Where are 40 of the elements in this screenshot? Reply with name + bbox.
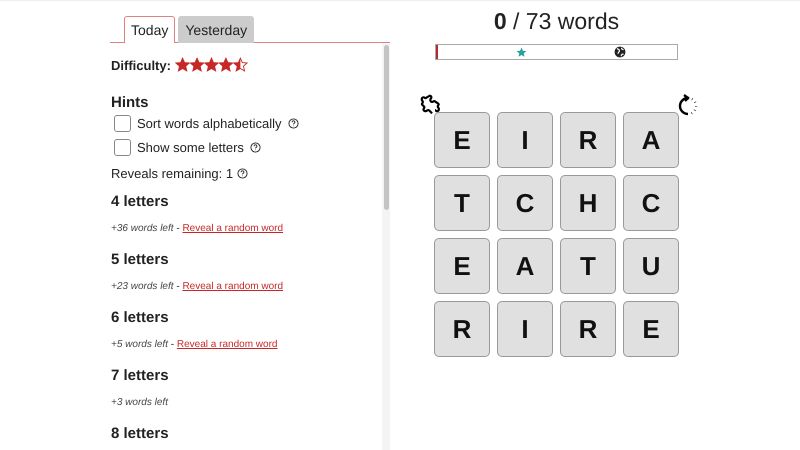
letter-tile[interactable]: R <box>560 112 616 168</box>
difficulty-label: Difficulty: <box>111 58 171 72</box>
letter-tile[interactable]: E <box>434 238 490 294</box>
group-heading: 6 letters <box>111 309 170 326</box>
checkbox-label: Sort words alphabetically <box>137 116 282 131</box>
score-text: 0 / 73 words <box>494 8 620 35</box>
letter-tile[interactable]: A <box>497 238 553 294</box>
reveal-link[interactable]: Reveal a random word <box>182 281 284 292</box>
letter-tile[interactable]: I <box>497 301 553 357</box>
help-icon[interactable] <box>237 168 248 179</box>
reveals-remaining: Reveals remaining: 1 <box>111 166 234 181</box>
checkbox-label: Show some letters <box>137 140 244 155</box>
help-icon[interactable] <box>250 142 261 153</box>
group-heading: 5 letters <box>111 251 170 268</box>
words-left-text: +3 words left <box>111 397 170 408</box>
group-heading: 4 letters <box>111 193 170 210</box>
star-icon <box>516 46 527 58</box>
hints-heading: Hints <box>111 94 150 111</box>
letter-tile[interactable]: U <box>623 238 679 294</box>
letter-tile[interactable]: T <box>560 238 616 294</box>
group-heading: 7 letters <box>111 367 170 384</box>
day-tab[interactable]: Today <box>124 16 176 43</box>
letter-tile[interactable]: E <box>623 301 679 357</box>
letter-tile[interactable]: A <box>623 112 679 168</box>
checkbox[interactable] <box>114 139 131 156</box>
letter-tile[interactable]: H <box>560 175 616 231</box>
letter-tile[interactable]: T <box>434 175 490 231</box>
checkbox[interactable] <box>114 115 131 132</box>
reveal-link[interactable]: Reveal a random word <box>182 223 284 234</box>
letter-tile[interactable]: C <box>497 175 553 231</box>
group-heading: 8 letters <box>111 425 170 442</box>
reveal-link[interactable]: Reveal a random word <box>176 339 278 350</box>
globe-icon <box>614 46 626 58</box>
day-tab[interactable]: Yesterday <box>178 16 254 43</box>
letter-tile[interactable]: R <box>434 301 490 357</box>
help-icon[interactable] <box>288 118 299 129</box>
letter-tile[interactable]: E <box>434 112 490 168</box>
letter-tile[interactable]: I <box>497 112 553 168</box>
letter-tile[interactable]: C <box>623 175 679 231</box>
letter-tile[interactable]: R <box>560 301 616 357</box>
